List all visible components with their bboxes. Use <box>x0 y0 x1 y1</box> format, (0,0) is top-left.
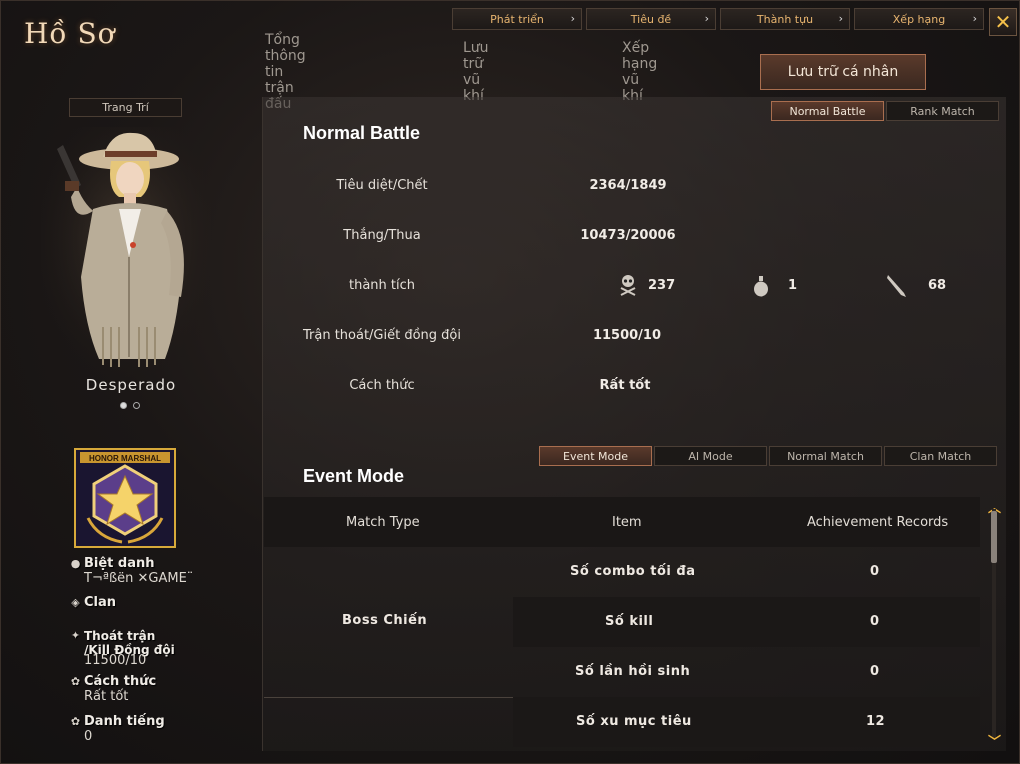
reputation-label: Danh tiếng <box>84 714 165 729</box>
person-icon: ● <box>70 557 81 570</box>
item-cell: Số xu mục tiêu <box>576 714 692 729</box>
value-cell: 12 <box>866 714 886 729</box>
normal-battle-heading: Normal Battle <box>303 123 421 143</box>
escape-kill-block: ✦ Thoát trận /Kill Đồng đội 11500/10 <box>70 629 175 668</box>
table-row: Số xu mục tiêu 12 <box>513 697 980 747</box>
tab-match-summary[interactable]: Tổng thông tin trận đấu <box>265 32 306 112</box>
carousel-dots <box>120 402 140 409</box>
clover-icon: ✿ <box>70 675 81 688</box>
column-header: Item <box>612 515 642 530</box>
tab-weapon-storage[interactable]: Lưu trữ vũ khí <box>463 40 489 104</box>
clan-label-row: ◈ Clan <box>70 595 116 610</box>
tab-rank-match[interactable]: Rank Match <box>886 101 999 121</box>
tab-weapon-ranking[interactable]: Xếp hạng vũ khí <box>622 40 657 104</box>
style-label-row: ✿ Cách thức <box>70 674 156 689</box>
badge-title: HONOR MARSHAL <box>89 454 161 463</box>
character-portrait <box>41 127 211 377</box>
chevron-right-icon: › <box>704 12 709 25</box>
clover-icon: ✿ <box>70 715 81 728</box>
column-header: Match Type <box>346 515 420 530</box>
tab-ai-mode[interactable]: AI Mode <box>654 446 767 466</box>
nickname-label: Biệt danh <box>84 556 155 571</box>
value-cell: 0 <box>870 564 880 579</box>
tab-personal-storage[interactable]: Lưu trữ cá nhân <box>760 54 926 90</box>
knife-icon <box>887 275 906 297</box>
scroll-thumb[interactable] <box>991 511 997 563</box>
nav-ranking-button[interactable]: Xếp hạng › <box>854 8 984 30</box>
chevron-right-icon: › <box>570 12 575 25</box>
running-man-icon: ✦ <box>70 629 81 642</box>
kill-achievement-value: 237 <box>648 278 676 293</box>
profile-window: Hồ Sơ Phát triển › Tiêu đề › Thành tựu › Xế… <box>0 0 1020 764</box>
grenade-achievement-value: 1 <box>788 278 798 293</box>
column-header: Achievement Records <box>807 515 949 530</box>
stat-value: 10473/20006 <box>580 228 676 243</box>
nav-title-button[interactable]: Tiêu đề › <box>586 8 716 30</box>
item-cell: Số combo tối đa <box>570 564 696 579</box>
table-row: Số kill 0 <box>513 597 980 647</box>
chevron-right-icon: › <box>838 12 843 25</box>
escape-label-line1: Thoát trận <box>84 629 156 643</box>
honor-marshal-badge: HONOR MARSHAL <box>74 448 176 548</box>
stat-label: Tiêu diệt/Chết <box>336 178 428 193</box>
stat-value: 2364/1849 <box>589 178 667 193</box>
clan-block: ◈ Clan <box>70 595 116 610</box>
table-row: Số combo tối đa 0 <box>513 547 980 597</box>
scrollbar[interactable]: ︿ ﹀ <box>987 501 1003 750</box>
stat-label: Thắng/Thua <box>343 228 421 243</box>
stat-label: Trận thoát/Giết đồng đội <box>302 328 461 343</box>
nav-label: Phát triển <box>490 12 544 26</box>
style-value: Rất tốt <box>84 689 129 704</box>
table-row: Số lần hồi sinh 0 <box>513 647 980 697</box>
clan-label: Clan <box>84 595 117 610</box>
match-type-cell: Boss Chiến <box>342 613 428 628</box>
reputation-label-row: ✿ Danh tiếng <box>70 714 165 729</box>
nav-label: Tiêu đề <box>630 12 672 26</box>
event-mode-heading: Event Mode <box>303 466 405 486</box>
knife-achievement-value: 68 <box>928 278 947 293</box>
style-block: ✿ Cách thức Rất tốt <box>70 674 156 704</box>
carousel-dot[interactable] <box>133 402 140 409</box>
nav-label: Xếp hạng <box>892 12 946 26</box>
tab-clan-match[interactable]: Clan Match <box>884 446 997 466</box>
close-button[interactable]: ✕ <box>989 8 1017 36</box>
style-label: Cách thức <box>84 674 157 689</box>
stat-label: Cách thức <box>349 378 415 393</box>
tab-event-mode[interactable]: Event Mode <box>539 446 652 466</box>
nickname-value: T¬ªßën ✕GAME¨ <box>84 571 194 586</box>
stat-value: Rất tốt <box>599 378 651 393</box>
decorate-button[interactable]: Trang Trí <box>69 98 182 117</box>
nav-label: Thành tựu <box>756 12 814 26</box>
nav-development-button[interactable]: Phát triển › <box>452 8 582 30</box>
table-header: Match Type Item Achievement Records <box>264 497 980 547</box>
window-title: Hồ Sơ <box>24 17 116 50</box>
grenade-icon <box>754 276 768 297</box>
chevron-right-icon: › <box>972 12 977 25</box>
carousel-dot[interactable] <box>120 402 127 409</box>
shield-icon: ◈ <box>71 596 80 609</box>
value-cell: 0 <box>870 614 880 629</box>
value-cell: 0 <box>870 664 880 679</box>
item-cell: Số kill <box>605 614 654 629</box>
skull-crossbones-icon <box>620 275 636 296</box>
reputation-block: ✿ Danh tiếng 0 <box>70 714 165 744</box>
top-nav: Phát triển › Tiêu đề › Thành tựu › Xếp hạng… <box>452 8 984 30</box>
stat-label: thành tích <box>348 278 415 293</box>
reputation-value: 0 <box>84 729 93 744</box>
close-icon: ✕ <box>994 10 1012 34</box>
character-name: Desperado <box>85 376 177 394</box>
tab-normal-match[interactable]: Normal Match <box>769 446 882 466</box>
tab-normal-battle[interactable]: Normal Battle <box>771 101 884 121</box>
nickname-block: ● Biệt danh T¬ªßën ✕GAME¨ <box>70 556 194 586</box>
item-cell: Số lần hồi sinh <box>575 664 691 679</box>
nickname-label-row: ● Biệt danh <box>70 556 193 571</box>
scroll-down-icon[interactable]: ﹀ <box>988 731 1001 750</box>
stat-value: 11500/10 <box>592 328 662 343</box>
nav-achievement-button[interactable]: Thành tựu › <box>720 8 850 30</box>
